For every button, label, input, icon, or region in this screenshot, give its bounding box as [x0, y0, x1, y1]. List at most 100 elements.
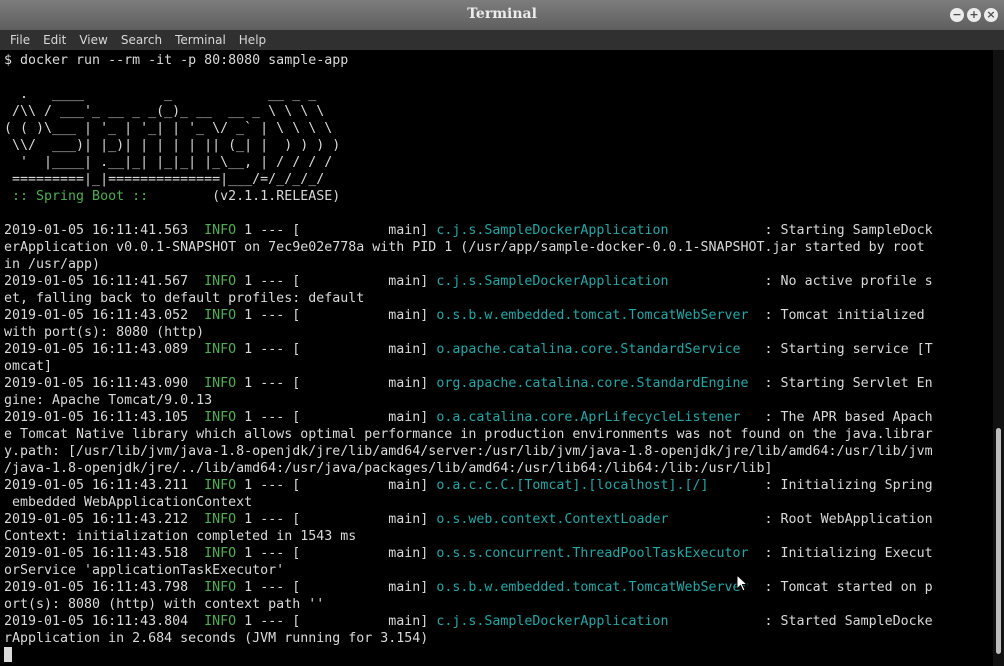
logger-name: o.s.b.w.embedded.tomcat.TomcatWebServer — [436, 308, 757, 323]
terminal-text-segment: : No active profile s — [756, 274, 933, 289]
log-level: INFO — [204, 478, 237, 493]
terminal-line: Context: initialization completed in 154… — [4, 529, 356, 544]
terminal-text-segment: 1 --- [ main] — [236, 546, 437, 561]
scrollbar-thumb[interactable] — [996, 428, 1001, 654]
terminal-text-segment: 2019-01-05 16:11:43.052 — [4, 308, 205, 323]
terminal-text-segment: : Starting SampleDock — [756, 223, 933, 238]
terminal-text-segment: . ____ _ __ _ _ — [4, 87, 317, 102]
terminal-text-segment: 1 --- [ main] — [236, 580, 437, 595]
terminal-line: 2019-01-05 16:11:43.089 INFO 1 --- [ mai… — [4, 342, 933, 357]
terminal-line: embedded WebApplicationContext — [4, 495, 252, 510]
terminal-text-segment: : Tomcat started on p — [756, 580, 933, 595]
minimize-window-button[interactable]: − — [950, 8, 964, 22]
terminal-line: ort(s): 8080 (http) with context path '' — [4, 597, 324, 612]
terminal-text-segment: 1 --- [ main] — [236, 478, 437, 493]
menu-view[interactable]: View — [69, 30, 111, 50]
terminal-line: 2019-01-05 16:11:43.211 INFO 1 --- [ mai… — [4, 478, 933, 493]
terminal-text-segment: rApplication in 2.684 seconds (JVM runni… — [4, 631, 429, 646]
log-level: INFO — [204, 223, 237, 238]
terminal-text-segment: ( ( )\___ | '_ | '_| | '_ \/ _` | \ \ \ … — [4, 121, 333, 136]
title-bar[interactable]: Terminal − + × — [0, 0, 1004, 30]
terminal-line: e Tomcat Native library which allows opt… — [4, 427, 933, 442]
terminal-text-segment: : Initializing Execut — [756, 546, 933, 561]
logger-name: o.a.catalina.core.AprLifecycleListener — [436, 410, 757, 425]
terminal-text-segment: /java-1.8-openjdk/jre/../lib/amd64:/usr/… — [4, 461, 773, 476]
terminal-text-segment: 1 --- [ main] — [236, 342, 437, 357]
terminal-line: /\\ / ___'_ __ _ _(_)_ __ __ _ \ \ \ \ — [4, 104, 324, 119]
terminal-text-segment: 2019-01-05 16:11:43.518 — [4, 546, 205, 561]
logger-name: c.j.s.SampleDockerApplication — [436, 223, 757, 238]
logger-name: o.s.web.context.ContextLoader — [436, 512, 757, 527]
menu-bar: File Edit View Search Terminal Help — [0, 30, 1004, 50]
terminal-line: omcat] — [4, 359, 52, 374]
logger-name: o.s.s.concurrent.ThreadPoolTaskExecutor — [436, 546, 757, 561]
terminal-window: Terminal − + × File Edit View Search Terminal H… — [0, 0, 1004, 666]
terminal-text-segment: 2019-01-05 16:11:43.105 — [4, 410, 205, 425]
log-level: INFO — [204, 614, 237, 629]
terminal-line: 2019-01-05 16:11:43.052 INFO 1 --- [ mai… — [4, 308, 933, 323]
terminal-line: 2019-01-05 16:11:41.567 INFO 1 --- [ mai… — [4, 274, 933, 289]
menu-edit[interactable]: Edit — [33, 30, 70, 50]
terminal-text-segment: 1 --- [ main] — [236, 376, 437, 391]
terminal-line: 2019-01-05 16:11:43.105 INFO 1 --- [ mai… — [4, 410, 933, 425]
menu-help[interactable]: Help — [229, 30, 270, 50]
log-level: INFO — [204, 546, 237, 561]
terminal-line: ( ( )\___ | '_ | '_| | '_ \/ _` | \ \ \ … — [4, 121, 332, 136]
menu-file[interactable]: File — [0, 30, 34, 50]
terminal-text[interactable]: $ docker run --rm -it -p 80:8080 sample-… — [0, 50, 993, 664]
logger-name: org.apache.catalina.core.StandardEngine — [436, 376, 757, 391]
terminal-text-segment: : Tomcat initialized — [756, 308, 933, 323]
window-controls: − + × — [947, 8, 998, 24]
terminal-text-segment: embedded WebApplicationContext — [4, 495, 253, 510]
log-level: INFO — [204, 376, 237, 391]
terminal-line: y.path: [/usr/lib/jvm/java-1.8-openjdk/j… — [4, 444, 933, 459]
maximize-window-button[interactable]: + — [967, 8, 981, 22]
terminal-text-segment: 2019-01-05 16:11:43.804 — [4, 614, 205, 629]
close-window-button[interactable]: × — [984, 8, 998, 22]
terminal-text-segment: 2019-01-05 16:11:43.798 — [4, 580, 205, 595]
terminal-text-segment: with port(s): 8080 (http) — [4, 325, 205, 340]
log-level: INFO — [204, 274, 237, 289]
logger-name: c.j.s.SampleDockerApplication — [436, 274, 757, 289]
terminal-text-segment: 1 --- [ main] — [236, 274, 437, 289]
terminal-text-segment: : The APR based Apach — [756, 410, 933, 425]
vertical-scrollbar[interactable] — [993, 50, 1004, 666]
terminal-text-segment: Context: initialization completed in 154… — [4, 529, 357, 544]
terminal-line: \\/ ___)| |_)| | | | | || (_| | ) ) ) ) — [4, 138, 340, 153]
logger-name: o.s.b.w.embedded.tomcat.TomcatWebServer — [436, 580, 757, 595]
terminal-line: gine: Apache Tomcat/9.0.13 — [4, 393, 212, 408]
terminal-line: with port(s): 8080 (http) — [4, 325, 204, 340]
terminal-line: 2019-01-05 16:11:41.563 INFO 1 --- [ mai… — [4, 223, 933, 238]
log-level: INFO — [204, 512, 237, 527]
terminal-text-segment: : Starting service [T — [756, 342, 933, 357]
logger-name: c.j.s.SampleDockerApplication — [436, 614, 757, 629]
terminal-text-segment: (v2.1.1.RELEASE) — [156, 189, 341, 204]
terminal-text-segment: : Starting Servlet En — [756, 376, 933, 391]
terminal-output[interactable]: $ docker run --rm -it -p 80:8080 sample-… — [0, 50, 993, 666]
terminal-line: . ____ _ __ _ _ — [4, 87, 316, 102]
terminal-line: et, falling back to default profiles: de… — [4, 291, 364, 306]
terminal-text-segment: 2019-01-05 16:11:43.212 — [4, 512, 205, 527]
log-level: INFO — [204, 342, 237, 357]
terminal-line: in /usr/app) — [4, 257, 100, 272]
terminal-text-segment: gine: Apache Tomcat/9.0.13 — [4, 393, 213, 408]
terminal-line: ' |____| .__|_| |_|_| |_\__, | / / / / — [4, 155, 332, 170]
terminal-text-segment: omcat] — [4, 359, 53, 374]
log-level: :: Spring Boot :: — [4, 189, 157, 204]
terminal-text-segment: et, falling back to default profiles: de… — [4, 291, 365, 306]
terminal-text-segment: 1 --- [ main] — [236, 512, 437, 527]
logger-name: o.apache.catalina.core.StandardService — [436, 342, 757, 357]
terminal-text-segment: : Initializing Spring — [756, 478, 933, 493]
terminal-text-segment: =========|_|==============|___/=/_/_/_/ — [4, 172, 325, 187]
terminal-text-segment: orService 'applicationTaskExecutor' — [4, 563, 285, 578]
log-level: INFO — [204, 308, 237, 323]
terminal-line: /java-1.8-openjdk/jre/../lib/amd64:/usr/… — [4, 461, 773, 476]
terminal-text-segment: /\\ / ___'_ __ _ _(_)_ __ __ _ \ \ \ \ — [4, 104, 325, 119]
terminal-line: 2019-01-05 16:11:43.518 INFO 1 --- [ mai… — [4, 546, 933, 561]
terminal-text-segment: in /usr/app) — [4, 257, 101, 272]
terminal-text-segment: : Started SampleDocke — [756, 614, 933, 629]
menu-search[interactable]: Search — [111, 30, 166, 50]
menu-terminal[interactable]: Terminal — [165, 30, 230, 50]
terminal-line: 2019-01-05 16:11:43.212 INFO 1 --- [ mai… — [4, 512, 933, 527]
mouse-pointer-icon — [736, 574, 748, 592]
